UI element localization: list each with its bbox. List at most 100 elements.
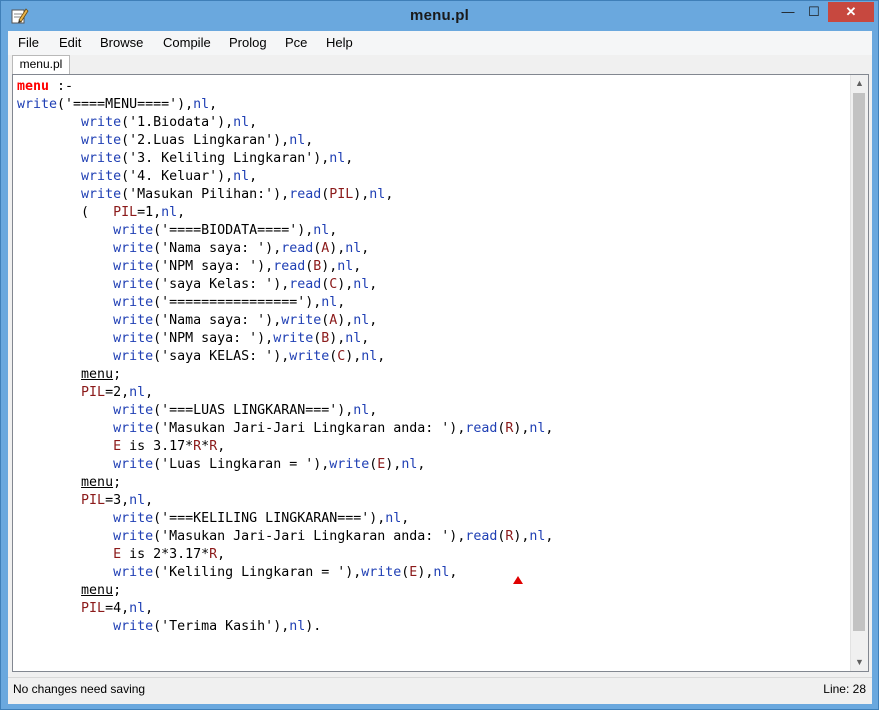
builtin-token: write: [113, 529, 154, 544]
save-status: No changes need saving: [13, 682, 146, 696]
menu-compile[interactable]: Compile: [163, 35, 211, 50]
code-line[interactable]: PIL=3,nl,: [17, 492, 553, 510]
builtin-token: nl: [129, 601, 146, 616]
builtin-token: write: [113, 241, 154, 256]
code-line[interactable]: write('4. Keluar'),nl,: [17, 168, 553, 186]
code-line[interactable]: write('===LUAS LINGKARAN==='),nl,: [17, 402, 553, 420]
builtin-token: nl: [401, 457, 418, 472]
code-line[interactable]: menu :-: [17, 78, 553, 96]
builtin-token: nl: [233, 169, 250, 184]
code-line[interactable]: write('Keliling Lingkaran = '),write(E),…: [17, 564, 553, 582]
code-text: ,: [145, 493, 154, 508]
code-line[interactable]: write('Nama saya: '),write(A),nl,: [17, 312, 553, 330]
code-text: ('====MENU===='),: [57, 97, 194, 112]
builtin-token: write: [113, 295, 154, 310]
code-line[interactable]: write('saya Kelas: '),read(C),nl,: [17, 276, 553, 294]
menu-help[interactable]: Help: [326, 35, 353, 50]
scroll-down-arrow-icon[interactable]: ▼: [851, 654, 868, 671]
code-line[interactable]: write('saya KELAS: '),write(C),nl,: [17, 348, 553, 366]
code-line[interactable]: ( PIL=1,nl,: [17, 204, 553, 222]
code-line[interactable]: menu;: [17, 474, 553, 492]
builtin-token: write: [289, 349, 330, 364]
close-button[interactable]: ✕: [828, 2, 874, 22]
code-text: ),: [353, 187, 370, 202]
builtin-token: nl: [313, 223, 330, 238]
code-line[interactable]: PIL=4,nl,: [17, 600, 553, 618]
code-text: ,: [145, 601, 154, 616]
builtin-token: read: [273, 259, 306, 274]
code-text: ('Nama saya: '),: [153, 241, 282, 256]
title-bar[interactable]: menu.pl — ☐ ✕: [1, 1, 878, 31]
builtin-token: write: [81, 133, 122, 148]
builtin-token: write: [113, 349, 154, 364]
editor-window: menu.pl — ☐ ✕ File Edit Browse Compile P…: [0, 0, 879, 710]
code-line[interactable]: menu;: [17, 582, 553, 600]
code-text: ,: [361, 241, 370, 256]
code-line[interactable]: write('Nama saya: '),read(A),nl,: [17, 240, 553, 258]
code-text: ),: [321, 259, 338, 274]
vertical-scrollbar[interactable]: ▲ ▼: [850, 75, 868, 671]
menu-edit[interactable]: Edit: [59, 35, 81, 50]
code-text: =3,: [105, 493, 130, 508]
maximize-button[interactable]: ☐: [801, 2, 827, 22]
code-text: ('3. Keliling Lingkaran'),: [121, 151, 330, 166]
code-line[interactable]: write('Masukan Pilihan:'),read(PIL),nl,: [17, 186, 553, 204]
code-text: ),: [513, 529, 530, 544]
code-line[interactable]: write('1.Biodata'),nl,: [17, 114, 553, 132]
scroll-up-arrow-icon[interactable]: ▲: [851, 75, 868, 92]
menu-pce[interactable]: Pce: [285, 35, 307, 50]
code-editor[interactable]: menu :- write('====MENU===='),nl, write('…: [12, 74, 869, 672]
code-text: *: [201, 439, 210, 454]
code-text: ('Terima Kasih'),: [153, 619, 290, 634]
code-line[interactable]: write('====BIODATA===='),nl,: [17, 222, 553, 240]
code-text: ('Luas Lingkaran = '),: [153, 457, 330, 472]
code-text: ),: [329, 241, 346, 256]
builtin-token: write: [113, 223, 154, 238]
code-text: ,: [361, 331, 370, 346]
menu-browse[interactable]: Browse: [100, 35, 143, 50]
builtin-token: write: [113, 565, 154, 580]
code-line[interactable]: E is 2*3.17*R,: [17, 546, 553, 564]
menu-prolog[interactable]: Prolog: [229, 35, 267, 50]
code-line[interactable]: write('================'),nl,: [17, 294, 553, 312]
code-text: ,: [545, 421, 554, 436]
code-line[interactable]: write('NPM saya: '),write(B),nl,: [17, 330, 553, 348]
builtin-token: write: [281, 313, 322, 328]
code-line[interactable]: write('Masukan Jari-Jari Lingkaran anda:…: [17, 528, 553, 546]
variable-token: R: [193, 439, 202, 454]
tab-menu-pl[interactable]: menu.pl: [12, 55, 70, 74]
code-line[interactable]: write('====MENU===='),nl,: [17, 96, 553, 114]
code-line[interactable]: write('NPM saya: '),read(B),nl,: [17, 258, 553, 276]
minimize-button[interactable]: —: [775, 2, 801, 22]
code-line[interactable]: write('Luas Lingkaran = '),write(E),nl,: [17, 456, 553, 474]
code-line[interactable]: write('2.Luas Lingkaran'),nl,: [17, 132, 553, 150]
builtin-token: read: [289, 277, 322, 292]
code-line[interactable]: write('Terima Kasih'),nl).: [17, 618, 553, 636]
code-text: =4,: [105, 601, 130, 616]
code-line[interactable]: write('3. Keliling Lingkaran'),nl,: [17, 150, 553, 168]
code-line[interactable]: write('Masukan Jari-Jari Lingkaran anda:…: [17, 420, 553, 438]
builtin-token: nl: [329, 151, 346, 166]
variable-token: PIL: [81, 385, 106, 400]
code-content[interactable]: menu :- write('====MENU===='),nl, write('…: [17, 78, 553, 636]
code-text: ),: [337, 313, 354, 328]
code-text: (: [17, 205, 114, 220]
code-line[interactable]: E is 3.17*R*R,: [17, 438, 553, 456]
menu-bar: File Edit Browse Compile Prolog Pce Help: [8, 31, 872, 55]
variable-token: R: [209, 547, 218, 562]
code-line[interactable]: menu;: [17, 366, 553, 384]
code-line[interactable]: write('===KELILING LINGKARAN==='),nl,: [17, 510, 553, 528]
code-text: ,: [217, 439, 226, 454]
code-text: ('Masukan Jari-Jari Lingkaran anda: '),: [153, 529, 466, 544]
menu-file[interactable]: File: [18, 35, 39, 50]
scrollbar-thumb[interactable]: [853, 93, 865, 631]
code-line[interactable]: PIL=2,nl,: [17, 384, 553, 402]
code-text: ('saya KELAS: '),: [153, 349, 290, 364]
